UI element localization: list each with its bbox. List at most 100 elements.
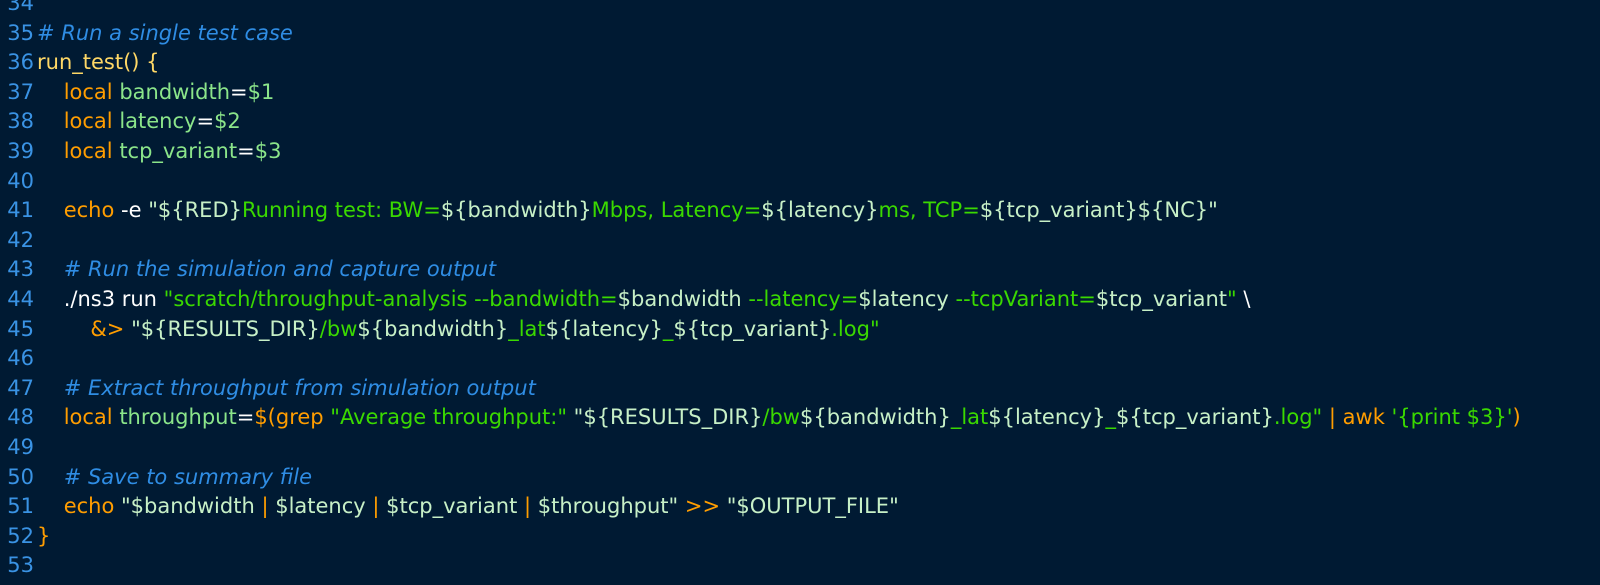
line-code: } xyxy=(37,521,50,551)
code-token: local xyxy=(63,405,120,430)
code-line[interactable]: 52} xyxy=(0,521,50,551)
code-token: throughput xyxy=(119,405,237,430)
code-token: ./ns3 run xyxy=(63,287,164,311)
line-number: 45 xyxy=(7,316,34,341)
code-line[interactable]: 50 # Save to summary file xyxy=(0,462,312,492)
code-line[interactable]: 35 # Run a single test case xyxy=(0,18,293,48)
line-number: 37 xyxy=(7,79,34,104)
code-token: = xyxy=(237,139,255,163)
code-token: ${latency} xyxy=(545,316,663,341)
code-line[interactable]: 41 echo -e "${RED}Running test: BW=${ban… xyxy=(0,195,1218,225)
code-line[interactable]: 34 xyxy=(0,0,37,18)
line-number: 42 xyxy=(7,227,34,252)
code-token: $2 xyxy=(214,109,241,134)
line-number: 52 xyxy=(7,523,34,548)
line-number: 34 xyxy=(7,0,34,15)
code-editor[interactable]: 34 35 # Run a single test case 36 run_test()… xyxy=(0,0,1600,585)
code-token: --tcpVariant= xyxy=(948,287,1096,311)
code-token: | xyxy=(517,494,538,519)
line-code: echo -e "${RED}Running test: BW=${bandwi… xyxy=(37,195,1218,225)
code-token: -e xyxy=(121,198,149,223)
code-line[interactable]: 48 local throughput=$(grep "Average thro… xyxy=(0,402,1520,432)
code-token: "${RED} xyxy=(148,198,242,223)
line-number: 36 xyxy=(7,50,34,75)
code-line[interactable]: 36 run_test() { xyxy=(0,47,159,77)
code-token: ${tcp_variant}${NC}" xyxy=(979,198,1218,223)
code-token: latency xyxy=(119,109,197,134)
code-token: # Save to summary file xyxy=(63,464,313,489)
line-number: 41 xyxy=(7,198,34,223)
line-code: ./ns3 run "scratch/throughput-analysis -… xyxy=(37,284,1251,314)
code-line[interactable]: 39 local tcp_variant=$3 xyxy=(0,136,281,166)
code-token: echo xyxy=(63,494,122,519)
line-code: local bandwidth=$1 xyxy=(37,77,275,107)
code-token: Mbps, Latency= xyxy=(591,198,762,223)
code-token: \ xyxy=(1236,287,1251,311)
code-token: ${bandwidth} xyxy=(357,316,509,341)
line-code: # Extract throughput from simulation out… xyxy=(37,373,536,403)
code-line[interactable]: 46 xyxy=(0,343,37,373)
line-number: 49 xyxy=(7,435,34,459)
code-line[interactable]: 38 local latency=$2 xyxy=(0,106,241,136)
code-line[interactable]: 45 &> "${RESULTS_DIR}/bw${bandwidth}_lat… xyxy=(0,314,879,344)
code-token: _ xyxy=(1105,405,1116,430)
code-token: ${bandwidth} xyxy=(800,405,951,430)
code-line[interactable]: 43 # Run the simulation and capture outp… xyxy=(0,254,496,284)
line-number: 40 xyxy=(7,168,34,193)
code-token: "$OUTPUT_FILE" xyxy=(726,494,899,519)
code-line[interactable]: 44 ./ns3 run "scratch/throughput-analysi… xyxy=(0,284,1250,314)
line-number: 50 xyxy=(7,464,34,489)
code-token: = xyxy=(196,109,215,134)
line-number: 53 xyxy=(7,553,34,578)
code-line[interactable]: 47 # Extract throughput from simulation … xyxy=(0,373,536,403)
code-token: ${latency} xyxy=(761,198,879,223)
code-token: bandwidth xyxy=(119,79,231,104)
code-token: } xyxy=(37,523,51,548)
code-token: # Run the simulation and capture output xyxy=(63,257,497,282)
line-code: local tcp_variant=$3 xyxy=(37,136,282,166)
code-token: _ xyxy=(662,316,674,341)
code-token: = xyxy=(236,405,255,430)
line-number: 38 xyxy=(7,109,34,134)
code-token: " xyxy=(1227,287,1237,311)
code-token: --latency= xyxy=(741,287,859,311)
code-token: local xyxy=(63,79,120,104)
line-number: 35 xyxy=(7,20,34,45)
line-number: 39 xyxy=(7,139,34,163)
code-line[interactable]: 42 xyxy=(0,225,37,255)
code-token: $tcp_variant xyxy=(386,494,518,519)
code-line[interactable]: 37 local bandwidth=$1 xyxy=(0,77,274,107)
code-line[interactable]: 51 echo "$bandwidth | $latency | $tcp_va… xyxy=(0,491,899,521)
code-token: $(grep xyxy=(254,405,331,430)
code-token: "${RESULTS_DIR} xyxy=(131,316,320,341)
line-number: 43 xyxy=(7,257,34,282)
code-token: $1 xyxy=(247,79,275,104)
line-code: # Save to summary file xyxy=(37,462,312,492)
code-token: # Run a single test case xyxy=(37,20,293,45)
code-token: $tcp_variant xyxy=(1095,287,1227,311)
code-token: $latency xyxy=(858,287,949,311)
code-token: tcp_variant xyxy=(119,139,238,163)
code-token: /bw xyxy=(319,316,358,341)
code-token: = xyxy=(230,79,248,104)
code-line[interactable]: 49 xyxy=(0,432,37,462)
line-number: 48 xyxy=(7,405,34,430)
code-token: "Average throughput:" xyxy=(330,405,574,430)
code-token: | xyxy=(365,494,387,519)
code-token: # Extract throughput from simulation out… xyxy=(63,375,536,400)
code-line[interactable]: 53 xyxy=(0,550,37,580)
code-token: ms, TCP= xyxy=(878,198,980,223)
code-token: "$bandwidth xyxy=(121,494,255,519)
code-line[interactable]: 40 xyxy=(0,166,37,196)
line-number: 47 xyxy=(7,375,34,400)
code-token: >> xyxy=(678,494,727,519)
